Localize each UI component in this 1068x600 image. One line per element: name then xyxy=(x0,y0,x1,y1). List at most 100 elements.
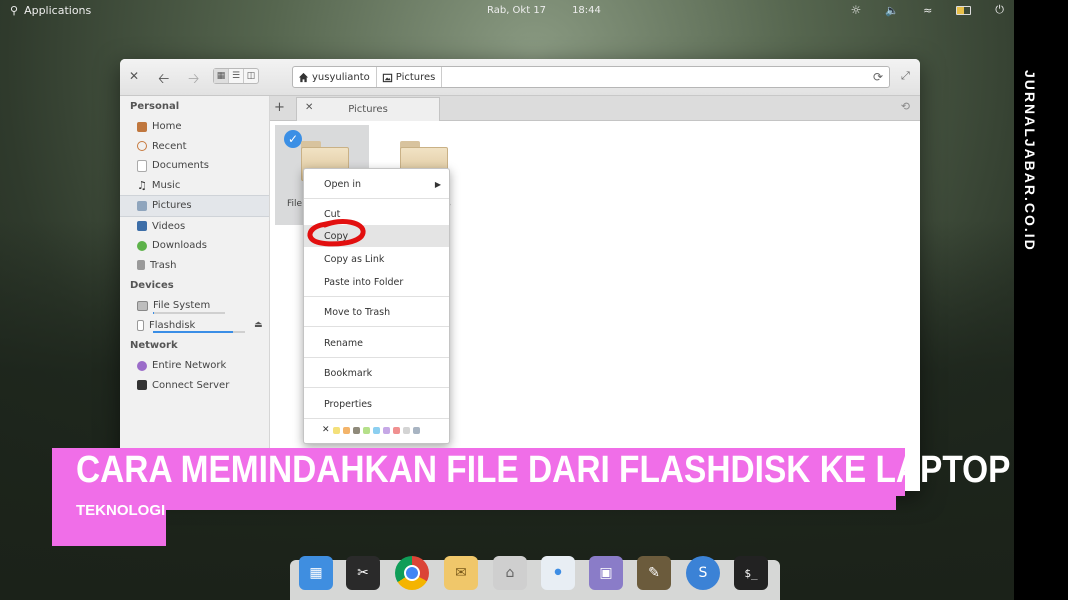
tab-label: Pictures xyxy=(348,104,388,115)
clock[interactable]: Rab, Okt 17 18:44 xyxy=(487,5,601,16)
trash-icon xyxy=(137,260,145,271)
sidebar-header-network: Network xyxy=(130,340,178,351)
sidebar-item-label: Home xyxy=(152,121,182,133)
music-icon: ♫ xyxy=(137,178,147,192)
terminal-icon[interactable]: $_ xyxy=(734,556,768,590)
sidebar-item-entire-network[interactable]: Entire Network xyxy=(120,356,269,376)
tab-bar: + ✕ Pictures ⟲ xyxy=(270,96,920,121)
breadcrumb-pictures[interactable]: Pictures xyxy=(377,67,443,87)
menu-separator xyxy=(304,357,449,358)
forward-arrow-icon[interactable]: 🡢 xyxy=(188,68,199,92)
wifi-icon[interactable]: ≈ xyxy=(923,4,932,17)
sidebar-item-home[interactable]: Home xyxy=(120,117,269,137)
grid-view-icon[interactable]: ▦ xyxy=(214,69,229,83)
menu-item-label: Bookmark xyxy=(324,367,373,379)
color-swatch[interactable] xyxy=(352,426,360,434)
view-switcher: ▦ ☰ ◫ xyxy=(213,68,259,84)
close-tab-icon[interactable]: ✕ xyxy=(305,102,313,113)
menu-item-label: Properties xyxy=(324,398,373,410)
menu-item-copy-as-link[interactable]: Copy as Link xyxy=(304,248,449,270)
sidebar-item-label: Recent xyxy=(152,140,187,152)
chevron-right-icon: ▶ xyxy=(434,179,441,189)
watermark: JURNALJABAR.CO.ID xyxy=(1022,70,1038,252)
path-bar[interactable]: yusyulianto Pictures ⟳ xyxy=(292,66,890,88)
article-title: CARA MEMINDAHKAN FILE DARI FLASHDISK KE … xyxy=(76,449,1011,491)
sidebar-header-devices: Devices xyxy=(130,280,174,291)
history-icon[interactable]: ⟲ xyxy=(901,100,910,113)
reload-icon[interactable]: ⟳ xyxy=(873,70,883,84)
sidebar-item-videos[interactable]: Videos xyxy=(120,217,269,237)
back-arrow-icon[interactable]: 🡠 xyxy=(158,68,169,92)
color-swatch[interactable] xyxy=(362,426,370,434)
simplenote-icon[interactable]: S xyxy=(686,556,720,590)
sidebar-item-pictures[interactable]: Pictures xyxy=(120,195,269,217)
top-panel: ⚲ Applications Rab, Okt 17 18:44 ☼ 🔈 ≈ ⏻ xyxy=(0,0,1014,22)
files-icon[interactable]: ⌂ xyxy=(493,556,527,590)
selected-check-icon[interactable]: ✓ xyxy=(284,130,302,148)
screenshot-icon[interactable]: ✂ xyxy=(346,556,380,590)
sidebar-item-label: Videos xyxy=(152,220,186,232)
appcenter-icon[interactable]: ▣ xyxy=(589,556,623,590)
volume-icon[interactable]: 🔈 xyxy=(885,4,899,17)
color-swatch[interactable] xyxy=(332,426,340,434)
home-icon xyxy=(137,121,147,132)
battery-icon[interactable] xyxy=(956,5,972,15)
tab-pictures[interactable]: ✕ Pictures xyxy=(296,97,440,121)
sidebar-item-connect-server[interactable]: Connect Server xyxy=(120,376,269,396)
applications-label: Applications xyxy=(24,4,92,17)
eject-icon[interactable]: ⏏ xyxy=(254,320,263,330)
menu-item-properties[interactable]: Properties xyxy=(304,393,449,415)
sidebar-item-documents[interactable]: Documents xyxy=(120,156,269,176)
breadcrumb-label: Pictures xyxy=(395,71,436,83)
column-view-icon[interactable]: ◫ xyxy=(244,69,258,83)
new-tab-icon[interactable]: + xyxy=(274,100,285,115)
color-swatch[interactable] xyxy=(342,426,350,434)
headerbar: ✕ 🡠 🡢 ▦ ☰ ◫ yusyulianto Pictures ⟳ ⤢ xyxy=(120,59,920,96)
gimp-icon[interactable]: ✎ xyxy=(637,556,671,590)
search-icon: ⚲ xyxy=(10,4,19,17)
menu-item-label: Rename xyxy=(324,337,363,349)
sidebar-item-flashdisk[interactable]: Flashdisk ⏏ xyxy=(120,316,269,336)
date-label: Rab, Okt 17 xyxy=(487,5,547,16)
context-menu: Open in ▶ Cut Copy Copy as Link Paste in… xyxy=(303,168,450,444)
chrome-icon[interactable] xyxy=(395,556,429,590)
mail-icon[interactable]: ✉ xyxy=(444,556,478,590)
files-window: ✕ 🡠 🡢 ▦ ☰ ◫ yusyulianto Pictures ⟳ ⤢ Per… xyxy=(120,59,920,491)
menu-item-move-to-trash[interactable]: Move to Trash xyxy=(304,301,449,323)
download-icon xyxy=(137,240,147,251)
server-icon xyxy=(137,380,147,391)
menu-separator xyxy=(304,326,449,327)
sidebar-item-file-system[interactable]: File System xyxy=(120,296,269,316)
color-swatch[interactable] xyxy=(412,426,420,434)
sidebar-item-label: Pictures xyxy=(152,200,192,212)
color-swatch[interactable] xyxy=(382,426,390,434)
menu-item-open-in[interactable]: Open in ▶ xyxy=(304,173,449,195)
clear-color-icon[interactable]: ✕ xyxy=(322,425,330,435)
night-light-icon[interactable]: ☼ xyxy=(851,3,862,17)
sidebar-item-trash[interactable]: Trash xyxy=(120,256,269,276)
switchboard-icon[interactable]: ⚫ xyxy=(541,556,575,590)
sidebar-item-label: Music xyxy=(151,179,181,191)
breadcrumb-home[interactable]: yusyulianto xyxy=(293,67,377,87)
menu-item-label: Copy as Link xyxy=(324,253,385,265)
close-icon[interactable]: ✕ xyxy=(129,69,139,83)
list-view-icon[interactable]: ☰ xyxy=(229,69,244,83)
menu-item-label: Open in xyxy=(324,178,362,190)
sidebar-item-label: Trash xyxy=(150,259,177,271)
power-icon[interactable]: ⏻ xyxy=(995,3,1004,17)
maximize-icon[interactable]: ⤢ xyxy=(901,69,910,83)
sidebar-item-recent[interactable]: Recent xyxy=(120,137,269,157)
applications-menu[interactable]: ⚲ Applications xyxy=(10,4,91,17)
article-category: TEKNOLOGI xyxy=(76,502,166,519)
sidebar-item-downloads[interactable]: Downloads xyxy=(120,236,269,256)
color-swatch[interactable] xyxy=(372,426,380,434)
color-swatch[interactable] xyxy=(402,426,410,434)
system-tray: ☼ 🔈 ≈ ⏻ xyxy=(851,3,1004,17)
usb-drive-icon xyxy=(137,319,144,331)
menu-item-bookmark[interactable]: Bookmark xyxy=(304,362,449,384)
sidebar-item-music[interactable]: ♫ Music xyxy=(120,176,269,196)
color-swatch[interactable] xyxy=(392,426,400,434)
menu-item-paste-into-folder[interactable]: Paste into Folder xyxy=(304,271,449,293)
multitasking-icon[interactable]: ▦ xyxy=(299,556,333,590)
menu-item-rename[interactable]: Rename xyxy=(304,332,449,354)
